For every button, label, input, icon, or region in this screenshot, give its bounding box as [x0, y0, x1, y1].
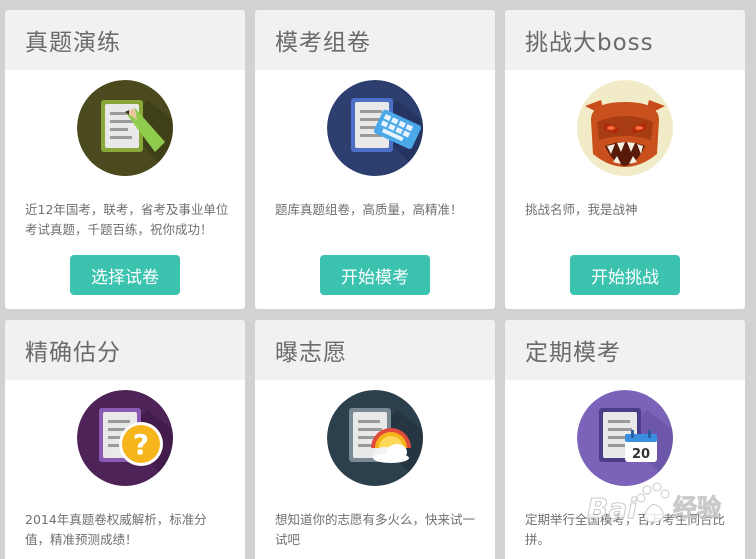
- card-description: 近12年国考，联考，省考及事业单位考试真题，千题百练，祝你成功！: [25, 202, 229, 237]
- card-description: 2014年真题卷权威解析，标准分值，精准预测成绩！: [25, 512, 207, 547]
- card-exam-practice: 真题演练 近12年国考，联考，省考及事业单位考试真题，千题百练，祝你成功！ 选择…: [5, 10, 245, 309]
- card-title: 精确估分: [25, 340, 121, 366]
- card-header: 定期模考: [505, 320, 745, 380]
- card-challenge-boss: 挑战大boss 挑战名师，我是战神 开始挑战: [505, 10, 745, 309]
- card-mock-exam: 模考组卷 题库真题组卷，高质量，高精准！ 开始模考: [255, 10, 495, 309]
- start-challenge-button[interactable]: 开始挑战: [570, 255, 680, 295]
- card-score-estimate: 精确估分 ? 2014年真题卷权威解析，标准分值，精准预测成绩！: [5, 320, 245, 559]
- card-header: 精确估分: [5, 320, 245, 380]
- choose-paper-button[interactable]: 选择试卷: [70, 255, 180, 295]
- card-header: 模考组卷: [255, 10, 495, 70]
- start-mock-exam-button[interactable]: 开始模考: [320, 255, 430, 295]
- exam-paper-pencil-icon: [77, 80, 173, 176]
- card-header: 曝志愿: [255, 320, 495, 380]
- card-header: 挑战大boss: [505, 10, 745, 70]
- exam-paper-question-icon: ?: [77, 390, 173, 486]
- card-title: 挑战大boss: [525, 30, 654, 56]
- card-title: 模考组卷: [275, 30, 371, 56]
- card-header: 真题演练: [5, 10, 245, 70]
- card-description: 挑战名师，我是战神: [525, 202, 638, 217]
- card-title: 曝志愿: [275, 340, 347, 366]
- calendar-day-label: 20: [632, 447, 650, 462]
- card-description: 想知道你的志愿有多火么，快来试一试吧: [275, 512, 476, 547]
- boss-monster-icon: [577, 80, 673, 176]
- card-title: 定期模考: [525, 340, 621, 366]
- exam-paper-weather-icon: [327, 390, 423, 486]
- card-volunteer: 曝志愿 想知道你的志愿有多火么，快来试一试吧: [255, 320, 495, 559]
- svg-text:?: ?: [133, 428, 149, 461]
- card-title: 真题演练: [25, 30, 121, 56]
- card-description: 定期举行全国模考，百万考生同台比拼。: [525, 512, 726, 547]
- card-regular-mock: 定期模考 20 定期举行全国模考，百万考生同台比拼。: [505, 320, 745, 559]
- card-description: 题库真题组卷，高质量，高精准！: [275, 202, 463, 217]
- exam-paper-calendar-icon: 20: [577, 390, 673, 486]
- exam-paper-keyboard-icon: [327, 80, 423, 176]
